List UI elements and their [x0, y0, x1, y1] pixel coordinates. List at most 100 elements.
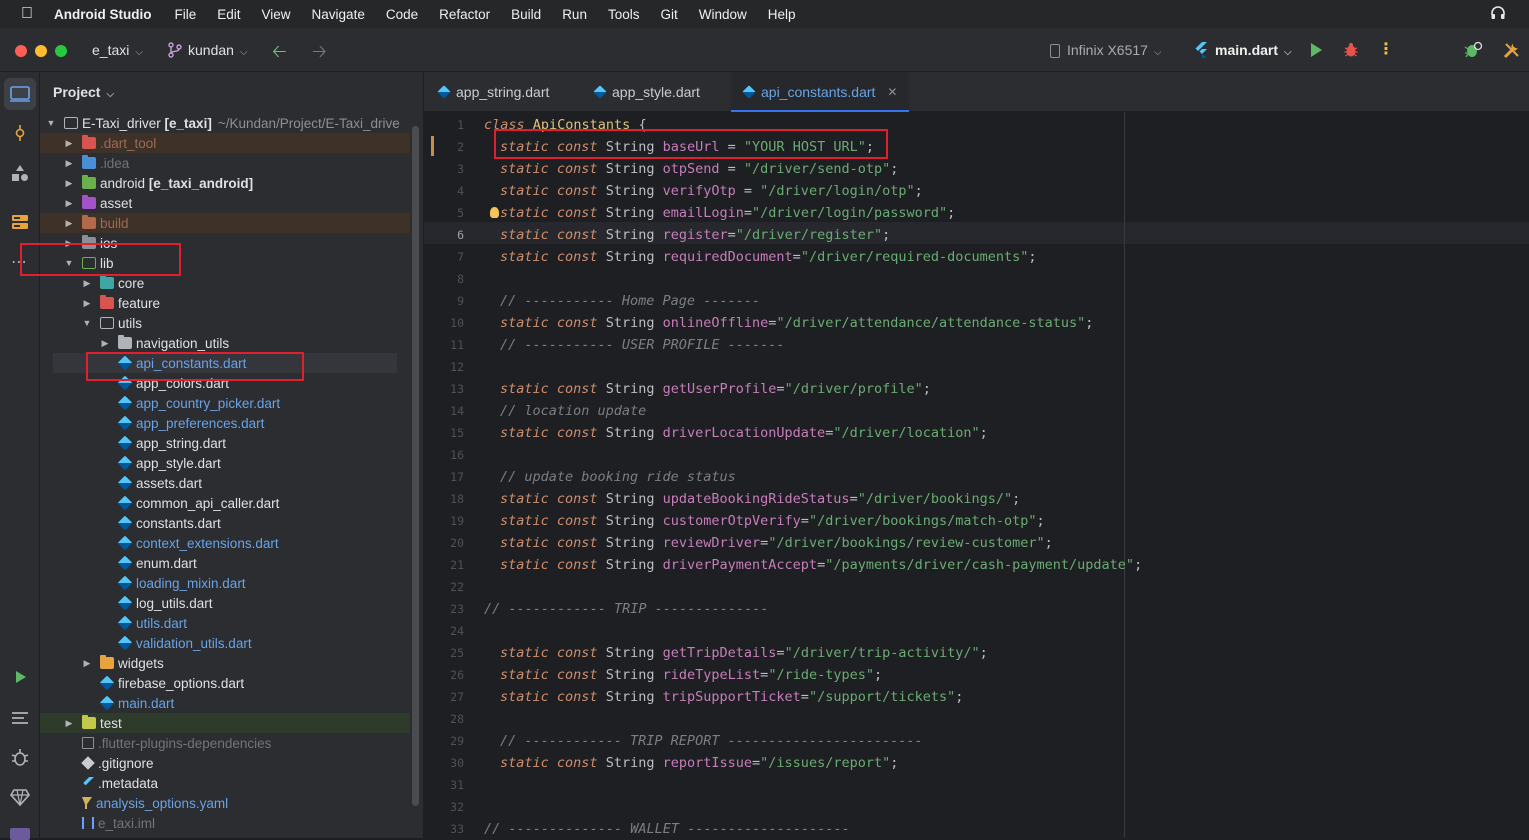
tree-item-test[interactable]: ▶ test [40, 713, 410, 733]
tab-app-style[interactable]: app_style.dart [593, 72, 700, 112]
tree-item-build[interactable]: ▶ build [40, 213, 410, 233]
tree-item-common-api-caller[interactable]: common_api_caller.dart [40, 493, 410, 513]
collapsed-arrow-icon[interactable]: ▶ [64, 158, 74, 169]
branch-selector[interactable]: kundan ⌵ [188, 42, 248, 58]
run-icon[interactable] [1311, 43, 1322, 57]
collapsed-arrow-icon[interactable]: ▶ [82, 278, 92, 289]
expanded-arrow-icon[interactable]: ▼ [82, 318, 92, 328]
tree-item-firebase-options[interactable]: firebase_options.dart [40, 673, 410, 693]
menu-app-name[interactable]: Android Studio [54, 7, 151, 22]
expanded-arrow-icon[interactable]: ▼ [64, 258, 74, 268]
collapsed-arrow-icon[interactable]: ▶ [64, 218, 74, 229]
window-close-button[interactable] [15, 45, 27, 57]
logcat-icon[interactable] [9, 707, 31, 729]
tree-item-validation-utils[interactable]: validation_utils.dart [40, 633, 410, 653]
project-selector[interactable]: e_taxi ⌵ [92, 42, 143, 58]
project-view-icon[interactable] [9, 83, 31, 105]
more-vertical-icon[interactable]: ⋮ [1378, 39, 1394, 59]
tab-api-constants[interactable]: api_constants.dart ✕ [731, 72, 910, 112]
tree-label: core [118, 275, 145, 291]
headset-icon[interactable] [1490, 5, 1506, 21]
menu-refactor[interactable]: Refactor [439, 7, 490, 22]
collapsed-arrow-icon[interactable]: ▶ [82, 298, 92, 309]
menu-git[interactable]: Git [660, 7, 677, 22]
collapsed-arrow-icon[interactable]: ▶ [64, 178, 74, 189]
menu-navigate[interactable]: Navigate [312, 7, 365, 22]
lightbulb-icon[interactable] [490, 207, 499, 218]
collapsed-arrow-icon[interactable]: ▶ [64, 238, 74, 249]
tree-item-app-colors[interactable]: app_colors.dart [40, 373, 410, 393]
code-editor[interactable]: 1 2 3 4 5 6 7 8 9 10 11 12 13 14 15 16 17 18 19 20 21 22 23 24 2… [424, 112, 1529, 838]
tree-item-constants[interactable]: constants.dart [40, 513, 410, 533]
back-arrow-icon[interactable]: 🡠 [272, 39, 287, 69]
tree-item-asset[interactable]: ▶ asset [40, 193, 410, 213]
apple-icon[interactable]:  [0, 5, 54, 23]
tree-item-assets[interactable]: assets.dart [40, 473, 410, 493]
tree-item-app-style[interactable]: app_style.dart [40, 453, 410, 473]
gem-icon[interactable] [9, 786, 31, 808]
build-tools-icon[interactable] [1502, 40, 1522, 60]
tree-item-context-extensions[interactable]: context_extensions.dart [40, 533, 410, 553]
tree-item-iml[interactable]: e_taxi.iml [40, 813, 410, 833]
commit-icon[interactable] [9, 122, 31, 144]
close-tab-icon[interactable]: ✕ [887, 85, 897, 99]
tree-item-flutter-plugins-deps[interactable]: .flutter-plugins-dependencies [40, 733, 410, 753]
tree-item-feature[interactable]: ▶ feature [40, 293, 410, 313]
debug-bug-icon[interactable] [1343, 42, 1359, 58]
collapsed-arrow-icon[interactable]: ▶ [100, 338, 110, 349]
collapsed-arrow-icon[interactable]: ▶ [82, 658, 92, 669]
tree-item-api-constants[interactable]: api_constants.dart [53, 353, 397, 373]
project-scrollbar[interactable] [412, 126, 419, 806]
tree-item-lib[interactable]: ▼ lib [40, 253, 410, 273]
tab-app-string[interactable]: app_string.dart [437, 72, 549, 112]
expanded-arrow-icon[interactable]: ▼ [46, 118, 56, 128]
menu-help[interactable]: Help [768, 7, 796, 22]
tree-item-root[interactable]: ▼ E-Taxi_driver [e_taxi] ~/Kundan/Projec… [40, 113, 410, 133]
menu-window[interactable]: Window [699, 7, 747, 22]
tree-item-idea[interactable]: ▶ .idea [40, 153, 410, 173]
resource-manager-icon[interactable] [9, 162, 31, 184]
device-selector[interactable]: Infinix X6517 ⌵ [1067, 42, 1162, 58]
tree-item-app-string[interactable]: app_string.dart [40, 433, 410, 453]
tree-item-core[interactable]: ▶ core [40, 273, 410, 293]
more-tools-icon[interactable]: ⋯ [11, 252, 28, 272]
tree-item-app-country-picker[interactable]: app_country_picker.dart [40, 393, 410, 413]
tree-item-metadata[interactable]: .metadata [40, 773, 410, 793]
structure-icon[interactable] [9, 211, 31, 233]
run-config-selector[interactable]: main.dart ⌵ [1215, 42, 1292, 58]
menu-file[interactable]: File [174, 7, 196, 22]
tree-item-enum[interactable]: enum.dart [40, 553, 410, 573]
menu-view[interactable]: View [262, 7, 291, 22]
forward-arrow-icon[interactable]: 🡢 [312, 39, 327, 69]
collapsed-arrow-icon[interactable]: ▶ [64, 138, 74, 149]
menu-run[interactable]: Run [562, 7, 587, 22]
app-inspection-icon[interactable] [9, 746, 31, 768]
project-view-selector[interactable]: Project ⌵ [53, 84, 114, 100]
tree-item-app-preferences[interactable]: app_preferences.dart [40, 413, 410, 433]
tree-item-dart-tool[interactable]: ▶ .dart_tool [40, 133, 410, 153]
menu-code[interactable]: Code [386, 7, 418, 22]
tree-item-widgets[interactable]: ▶ widgets [40, 653, 410, 673]
tree-item-android[interactable]: ▶ android [e_taxi_android] [40, 173, 410, 193]
menu-tools[interactable]: Tools [608, 7, 640, 22]
flutter-inspector-icon[interactable] [1463, 41, 1483, 59]
tree-item-analysis-options[interactable]: analysis_options.yaml [40, 793, 410, 813]
tree-item-gitignore[interactable]: .gitignore [40, 753, 410, 773]
tree-item-main[interactable]: main.dart [40, 693, 410, 713]
tree-item-log-utils[interactable]: log_utils.dart [40, 593, 410, 613]
window-minimize-button[interactable] [35, 45, 47, 57]
tree-item-utils[interactable]: ▼ utils [40, 313, 410, 333]
menu-edit[interactable]: Edit [217, 7, 240, 22]
tree-item-utils-dart[interactable]: utils.dart [40, 613, 410, 633]
terminal-icon[interactable] [10, 828, 30, 840]
dart-file-icon [117, 435, 133, 451]
code-line: // ----------- Home Page ------- [500, 290, 760, 312]
collapsed-arrow-icon[interactable]: ▶ [64, 718, 74, 729]
collapsed-arrow-icon[interactable]: ▶ [64, 198, 74, 209]
menu-build[interactable]: Build [511, 7, 541, 22]
tree-item-loading-mixin[interactable]: loading_mixin.dart [40, 573, 410, 593]
run-tool-icon[interactable] [9, 666, 31, 688]
tree-item-ios[interactable]: ▶ ios [40, 233, 410, 253]
window-zoom-button[interactable] [55, 45, 67, 57]
tree-item-navigation-utils[interactable]: ▶ navigation_utils [40, 333, 410, 353]
